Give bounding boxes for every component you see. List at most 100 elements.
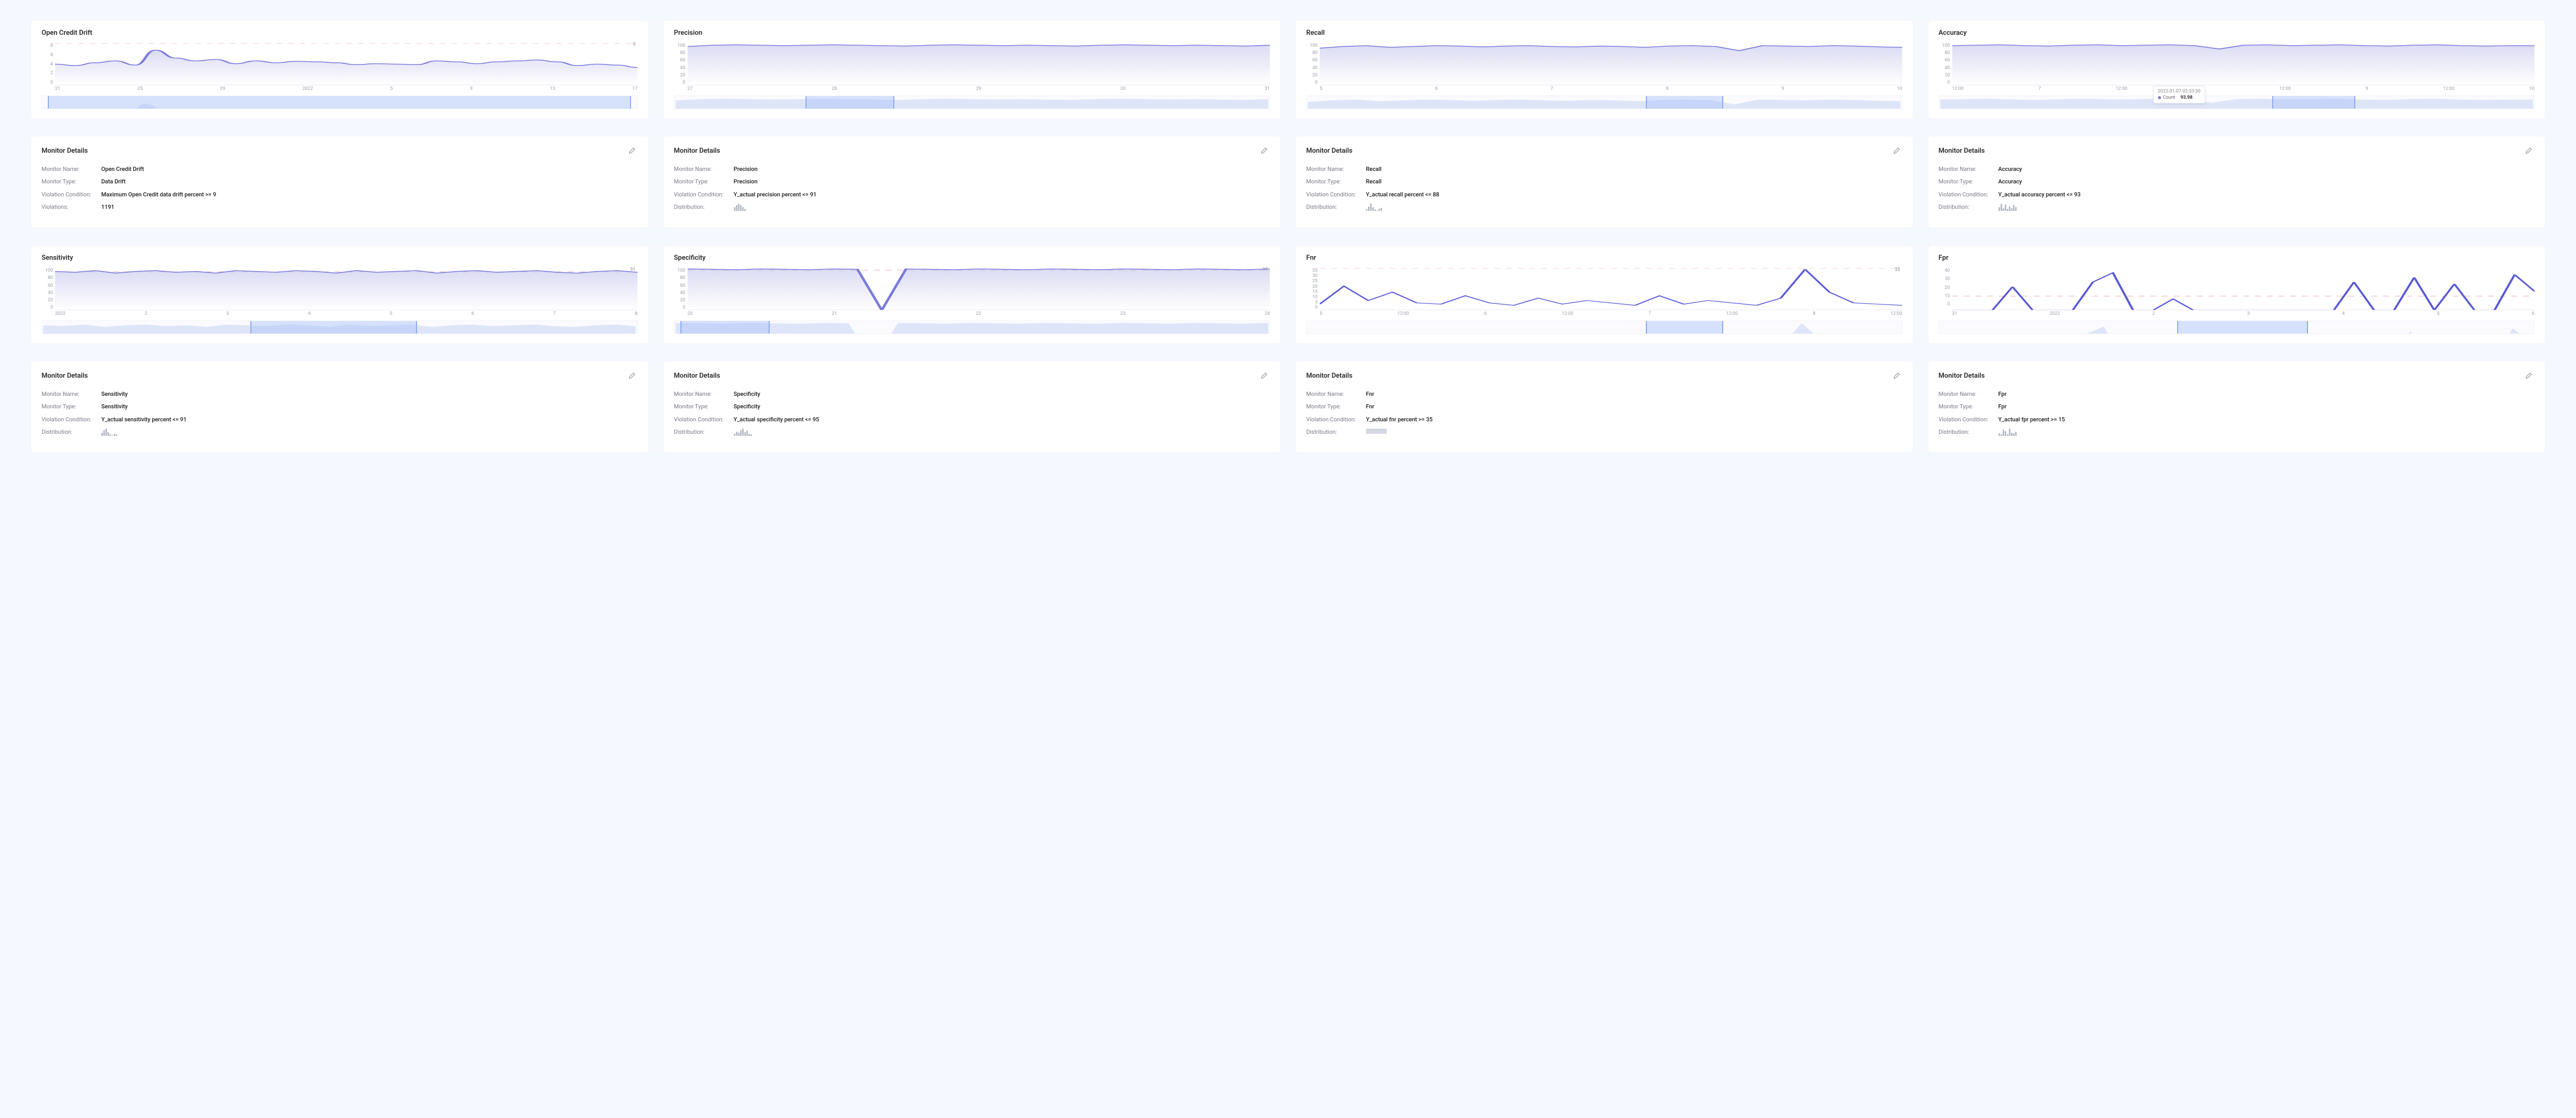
chart-panel: Sensitivity91100806040200 20222345678 [31, 246, 648, 343]
y-tick: 100 [1939, 43, 1950, 48]
brush-range-selector[interactable] [1939, 321, 2535, 334]
y-tick: 20 [1939, 73, 1950, 78]
chart-panel: Precision100806040200 2728293031 [664, 21, 1281, 118]
detail-label: Violation Condition: [42, 191, 101, 198]
monitor-details-title: Monitor Details [42, 147, 88, 155]
edit-button[interactable] [626, 370, 638, 381]
x-tick: 8 [635, 311, 637, 317]
x-axis: 12:00712:00812:00912:0010 [1952, 86, 2535, 92]
y-axis: 100806040200 [1306, 43, 1320, 85]
detail-value: Y_actual recall percent <= 88 [1366, 191, 1439, 198]
chart-area[interactable]: 91100806040200 20222345678 [42, 268, 638, 317]
brush-range-selector[interactable] [1306, 96, 1902, 109]
brush-selection[interactable] [1646, 96, 1723, 109]
brush-selection[interactable] [680, 321, 770, 334]
monitor-details-title: Monitor Details [1306, 147, 1352, 155]
chart-panel: Open Credit Drift986420 2125292022591317 [31, 21, 648, 118]
detail-value: Y_actual fnr percent >= 35 [1366, 416, 1432, 423]
x-tick: 12:00 [2279, 86, 2291, 92]
y-tick: 10 [1306, 295, 1318, 300]
chart-area[interactable]: 100806040200 12:00712:00812:00912:001020… [1939, 43, 2535, 92]
y-tick: 80 [674, 275, 686, 281]
chart-area[interactable]: 100806040200 5678910 [1306, 43, 1902, 92]
detail-label: Monitor Type: [1939, 178, 1998, 185]
brush-range-selector[interactable] [42, 96, 638, 109]
brush-selection[interactable] [2177, 321, 2308, 334]
tooltip-series-name: Count [2163, 95, 2176, 100]
x-tick: 6 [472, 311, 474, 317]
detail-value: 1191 [101, 204, 114, 211]
detail-label: Violation Condition: [1306, 191, 1366, 198]
brush-range-selector[interactable] [1939, 96, 2535, 109]
distribution-sparkline [1998, 429, 2017, 436]
y-tick: 15 [1306, 289, 1318, 295]
chart-title: Accuracy [1939, 29, 2535, 37]
x-axis: 2125292022591317 [55, 86, 638, 92]
chart-area[interactable]: 986420 2125292022591317 [42, 43, 638, 92]
y-tick: 20 [674, 298, 686, 303]
y-tick: 35 [1306, 268, 1318, 273]
edit-button[interactable] [2523, 370, 2534, 381]
y-tick: 60 [42, 283, 53, 288]
chart-area[interactable]: 3535302520151050 512:00612:00712:00812:0… [1306, 268, 1902, 317]
x-tick: 12:00 [1726, 311, 1738, 317]
brush-selection[interactable] [2272, 96, 2355, 109]
edit-button[interactable] [1891, 145, 1902, 156]
x-tick: 7 [1648, 311, 1651, 317]
x-tick: 23 [1120, 311, 1125, 317]
edit-button[interactable] [2523, 145, 2534, 156]
detail-label: Distribution: [42, 429, 101, 438]
brush-selection[interactable] [250, 321, 417, 334]
brush-range-selector[interactable] [42, 321, 638, 334]
detail-value: Accuracy [1998, 166, 2022, 173]
x-tick: 9 [470, 86, 473, 92]
x-axis: 2021222324 [688, 311, 1270, 317]
x-tick: 20 [688, 311, 693, 317]
pencil-icon [2525, 372, 2532, 379]
y-tick: 100 [674, 268, 686, 273]
detail-row: Monitor Name:Fpr [1939, 391, 2535, 398]
chart-panel: Fpr403020100 31202223456 [1928, 246, 2545, 343]
y-tick: 0 [1939, 302, 1950, 307]
edit-button[interactable] [1891, 370, 1902, 381]
y-tick: 40 [674, 65, 686, 71]
y-axis: 100806040200 [1939, 43, 1952, 85]
brush-selection[interactable] [48, 96, 631, 109]
x-axis: 20222345678 [55, 311, 638, 317]
x-axis: 5678910 [1320, 86, 1902, 92]
brush-range-selector[interactable] [674, 96, 1270, 109]
detail-label: Monitor Type: [42, 178, 101, 185]
detail-row: Violation Condition:Y_actual specificity… [674, 416, 1270, 423]
x-tick: 3 [226, 311, 229, 317]
chart-area[interactable]: 100806040200 2728293031 [674, 43, 1270, 92]
detail-label: Monitor Name: [42, 166, 101, 173]
x-tick: 12:00 [2443, 86, 2454, 92]
chart-area[interactable]: 403020100 31202223456 [1939, 268, 2535, 317]
edit-button[interactable] [1258, 370, 1270, 381]
brush-selection[interactable] [1646, 321, 1723, 334]
detail-value: Sensitivity [101, 391, 128, 398]
x-tick: 12:00 [1890, 311, 1902, 317]
brush-range-selector[interactable] [1306, 321, 1902, 334]
monitor-details-title: Monitor Details [1939, 147, 1985, 155]
x-axis: 2728293031 [688, 86, 1270, 92]
distribution-sparkline [1366, 204, 1382, 211]
detail-row: Violation Condition:Maximum Open Credit … [42, 191, 638, 198]
x-tick: 31 [1265, 86, 1270, 92]
detail-row: Distribution: [1939, 429, 2535, 438]
edit-button[interactable] [626, 145, 638, 156]
detail-label: Monitor Name: [674, 166, 734, 173]
pencil-icon [628, 372, 636, 379]
chart-area[interactable]: 95100806040200 2021222324 [674, 268, 1270, 317]
x-tick: 9 [2366, 86, 2368, 92]
detail-label: Violation Condition: [1306, 416, 1366, 423]
monitor-details-panel: Monitor DetailsMonitor Name:PrecisionMon… [664, 137, 1281, 228]
x-tick: 4 [2342, 311, 2344, 317]
edit-button[interactable] [1258, 145, 1270, 156]
pencil-icon [1893, 372, 1900, 379]
brush-range-selector[interactable] [674, 321, 1270, 334]
detail-label: Violation Condition: [674, 416, 734, 423]
distribution-sparkline [734, 429, 752, 436]
y-tick: 30 [1306, 273, 1318, 278]
brush-selection[interactable] [806, 96, 895, 109]
